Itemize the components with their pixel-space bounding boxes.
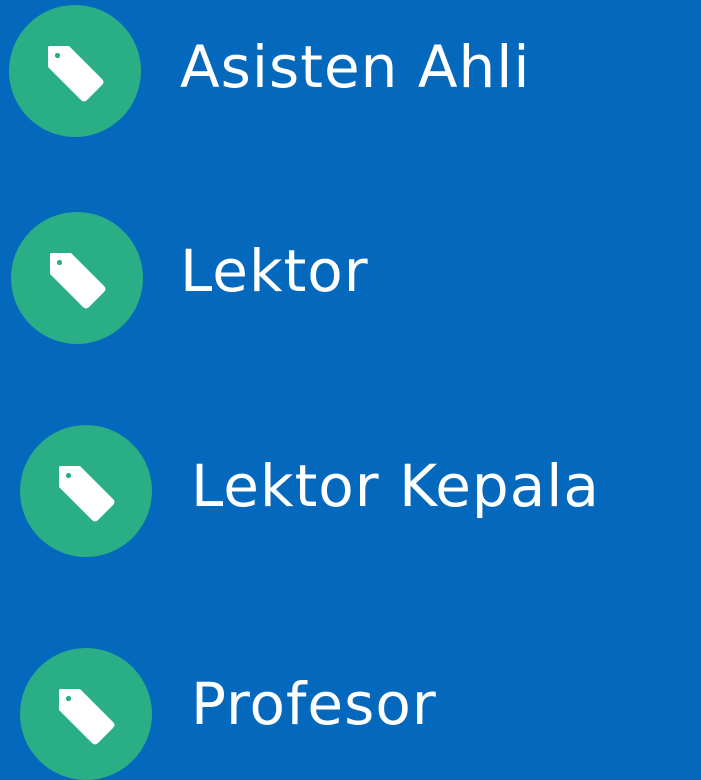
item-label: Profesor [191,670,437,738]
tag-icon [48,46,104,102]
item-label: Asisten Ahli [180,33,531,101]
tag-icon [59,689,115,745]
tag-icon [59,466,115,522]
tag-badge [9,5,141,137]
item-label: Lektor Kepala [191,452,600,520]
tag-badge [20,648,152,780]
tag-badge [11,212,143,344]
tag-badge [20,425,152,557]
page: { "colors": { "background": "#0469BC", "… [0,0,701,780]
tag-icon [50,253,106,309]
item-label: Lektor [180,237,369,305]
